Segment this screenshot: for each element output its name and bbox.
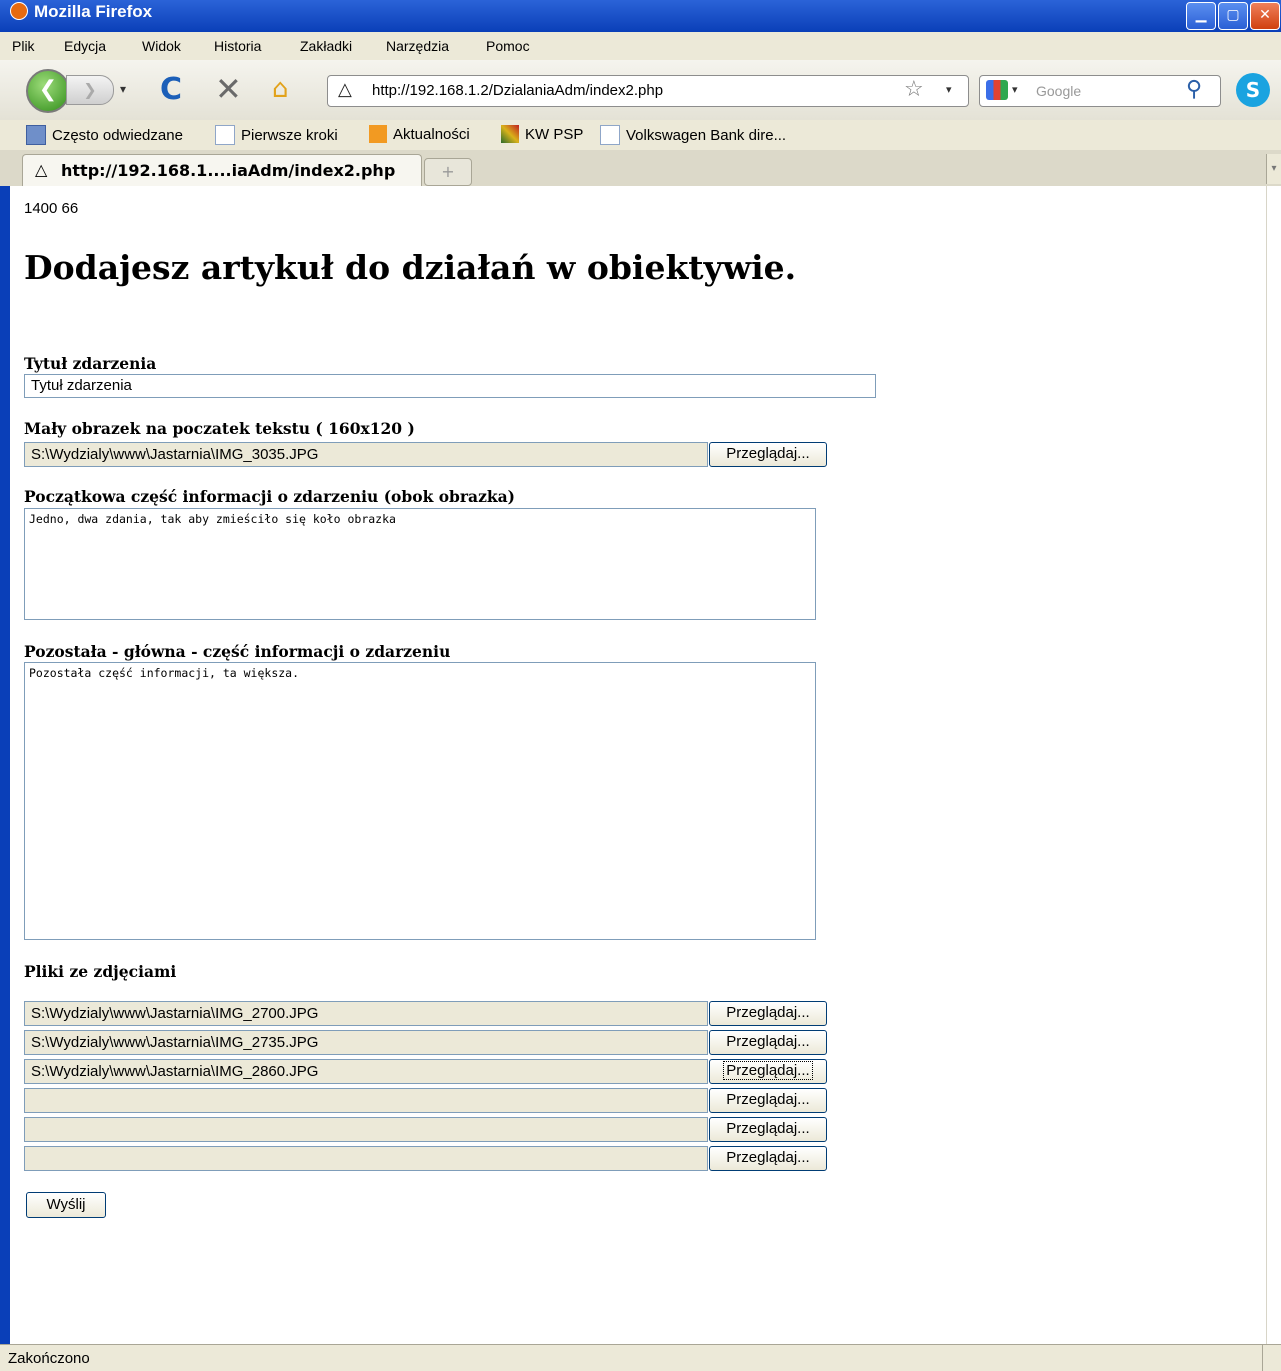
bookmark-label: Pierwsze kroki <box>241 126 338 144</box>
bookmark-label: Często odwiedzane <box>52 126 183 144</box>
photo-files-label: Pliki ze zdjęciami <box>24 962 177 981</box>
photo-browse-button[interactable]: Przeglądaj... <box>709 1088 827 1113</box>
menu-item-widok[interactable]: Widok <box>142 38 181 54</box>
reload-button[interactable]: C <box>160 72 182 107</box>
kwpsp-icon <box>501 125 519 143</box>
bookmark-volkswagen-bank[interactable]: Volkswagen Bank dire... <box>600 125 786 145</box>
photo-file-input[interactable]: S:\Wydzialy\www\Jastarnia\IMG_2860.JPG <box>24 1059 708 1084</box>
bookmark-label: Volkswagen Bank dire... <box>626 126 787 144</box>
browse-button-label: Przeglądaj... <box>723 1061 813 1080</box>
new-tab-button[interactable]: + <box>424 158 472 186</box>
menu-item-edycja[interactable]: Edycja <box>64 38 106 54</box>
photo-file-input[interactable] <box>24 1146 708 1171</box>
url-text[interactable]: http://192.168.1.2/DzialaniaAdm/index2.p… <box>372 82 663 99</box>
thumbnail-file-input[interactable]: S:\Wydzialy\www\Jastarnia\IMG_3035.JPG <box>24 442 708 467</box>
forward-button[interactable]: ❯ <box>66 75 114 105</box>
photo-browse-button[interactable]: Przeglądaj... <box>709 1146 827 1171</box>
bookmark-kw-psp[interactable]: KW PSP <box>501 125 583 143</box>
thumbnail-label: Mały obrazek na poczatek tekstu ( 160x12… <box>24 419 415 438</box>
back-button[interactable]: ❮ <box>26 69 70 113</box>
menu-item-historia[interactable]: Historia <box>214 38 261 54</box>
search-engine-dropdown-icon[interactable]: ▾ <box>1012 83 1018 96</box>
vertical-scrollbar[interactable] <box>1266 186 1281 1344</box>
intro-textarea[interactable]: Jedno, dwa zdania, tak aby zmieściło się… <box>24 508 816 620</box>
title-input[interactable]: Tytuł zdarzenia <box>24 374 876 398</box>
url-bar[interactable]: △ http://192.168.1.2/DzialaniaAdm/index2… <box>327 75 969 107</box>
photo-file-input[interactable] <box>24 1117 708 1142</box>
bookmark-label: Aktualności <box>393 125 470 143</box>
bookmark-label: KW PSP <box>525 125 584 143</box>
page-counter: 1400 66 <box>24 200 79 217</box>
page-icon <box>600 125 620 145</box>
search-icon[interactable]: ⚲ <box>1186 77 1202 102</box>
window-titlebar: Mozilla Firefox ▁ ▢ ✕ <box>0 0 1281 32</box>
url-dropdown-icon[interactable]: ▾ <box>946 83 952 96</box>
main-text-label: Pozostała - główna - część informacji o … <box>24 642 451 661</box>
resize-grip[interactable] <box>1262 1345 1281 1371</box>
photo-file-input[interactable] <box>24 1088 708 1113</box>
search-input[interactable]: Google <box>1036 83 1081 99</box>
search-bar[interactable]: ▾ Google ⚲ <box>979 75 1221 107</box>
menu-item-zakladki[interactable]: Zakładki <box>300 38 352 54</box>
menu-bar: Plik Edycja Widok Historia Zakładki Narz… <box>0 32 1281 60</box>
title-label: Tytuł zdarzenia <box>24 354 157 373</box>
tab-site-icon: △ <box>35 160 48 179</box>
bookmarks-toolbar: Często odwiedzane Pierwsze kroki Aktualn… <box>0 120 1281 150</box>
status-bar: Zakończono <box>0 1344 1281 1371</box>
window-left-border <box>0 186 10 1344</box>
intro-label: Początkowa część informacji o zdarzeniu … <box>24 487 516 506</box>
photo-browse-button[interactable]: Przeglądaj... <box>709 1059 827 1084</box>
home-button[interactable]: ⌂ <box>272 74 289 104</box>
navigation-toolbar: ❮ ❯ ▾ C ✕ ⌂ △ http://192.168.1.2/Dzialan… <box>0 60 1281 121</box>
menu-item-narzedzia[interactable]: Narzędzia <box>386 38 449 54</box>
history-dropdown-icon[interactable]: ▾ <box>120 82 126 96</box>
bookmark-pierwsze-kroki[interactable]: Pierwsze kroki <box>215 125 338 145</box>
status-text: Zakończono <box>8 1350 90 1367</box>
frequent-icon <box>26 125 46 145</box>
page-heading: Dodajesz artykuł do działań w obiektywie… <box>24 248 797 287</box>
photo-browse-button[interactable]: Przeglądaj... <box>709 1001 827 1026</box>
site-icon: △ <box>338 79 352 100</box>
menu-item-pomoc[interactable]: Pomoc <box>486 38 530 54</box>
close-button[interactable]: ✕ <box>1250 2 1280 30</box>
tab-list-dropdown-icon[interactable]: ▾ <box>1266 154 1281 184</box>
photo-browse-button[interactable]: Przeglądaj... <box>709 1030 827 1055</box>
stop-button[interactable]: ✕ <box>215 70 242 108</box>
page-icon <box>215 125 235 145</box>
rss-icon <box>369 125 387 143</box>
tab-active[interactable]: △ http://192.168.1....iaAdm/index2.php <box>22 154 422 187</box>
tab-bar: △ http://192.168.1....iaAdm/index2.php +… <box>0 150 1281 187</box>
photo-file-input[interactable]: S:\Wydzialy\www\Jastarnia\IMG_2700.JPG <box>24 1001 708 1026</box>
photo-browse-button[interactable]: Przeglądaj... <box>709 1117 827 1142</box>
page-content: 1400 66 Dodajesz artykuł do działań w ob… <box>10 186 1281 1344</box>
window-title: Mozilla Firefox <box>34 2 153 21</box>
google-icon[interactable] <box>986 80 1008 100</box>
bookmark-aktualnosci[interactable]: Aktualności <box>369 125 470 143</box>
submit-button[interactable]: Wyślij <box>26 1192 106 1218</box>
main-textarea[interactable]: Pozostała część informacji, ta większa. <box>24 662 816 940</box>
minimize-button[interactable]: ▁ <box>1186 2 1216 30</box>
photo-file-input[interactable]: S:\Wydzialy\www\Jastarnia\IMG_2735.JPG <box>24 1030 708 1055</box>
maximize-button[interactable]: ▢ <box>1218 2 1248 30</box>
skype-icon[interactable]: S <box>1236 73 1270 107</box>
menu-item-plik[interactable]: Plik <box>12 38 35 54</box>
firefox-icon <box>10 2 28 20</box>
bookmark-star-icon[interactable]: ☆ <box>904 77 924 102</box>
bookmark-czesto-odwiedzane[interactable]: Często odwiedzane <box>26 125 183 145</box>
thumbnail-browse-button[interactable]: Przeglądaj... <box>709 442 827 467</box>
tab-label: http://192.168.1....iaAdm/index2.php <box>61 161 396 180</box>
